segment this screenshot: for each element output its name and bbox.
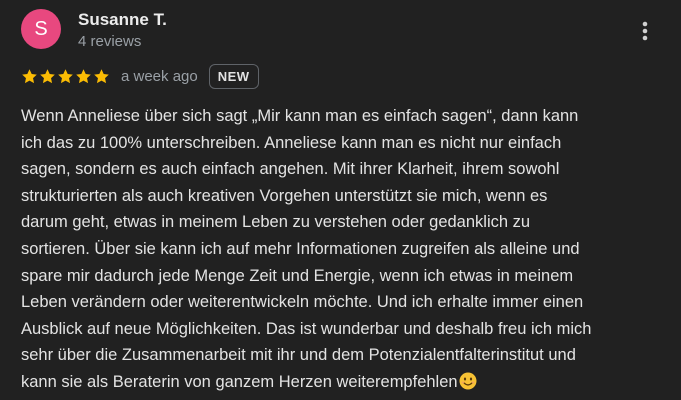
- review-body: Wenn Anneliese über sich sagt „Mir kann …: [21, 107, 592, 391]
- more-vert-icon: [642, 21, 648, 41]
- reviewer-review-count: 4 reviews: [78, 33, 142, 50]
- rating-row: a week ago NEW: [21, 63, 259, 89]
- star-icon: [21, 68, 38, 85]
- avatar[interactable]: S: [21, 9, 61, 49]
- more-options-button[interactable]: [630, 14, 660, 48]
- star-rating: [21, 68, 110, 85]
- review-text: Wenn Anneliese über sich sagt „Mir kann …: [21, 103, 671, 396]
- star-icon: [75, 68, 92, 85]
- star-icon: [39, 68, 56, 85]
- star-icon: [57, 68, 74, 85]
- star-icon: [93, 68, 110, 85]
- new-badge: NEW: [208, 63, 259, 89]
- review-date: a week ago: [121, 67, 198, 85]
- reviewer-name[interactable]: Susanne T.: [78, 10, 167, 30]
- avatar-initial: S: [34, 17, 48, 40]
- smiling-face-emoji-icon: [459, 372, 477, 390]
